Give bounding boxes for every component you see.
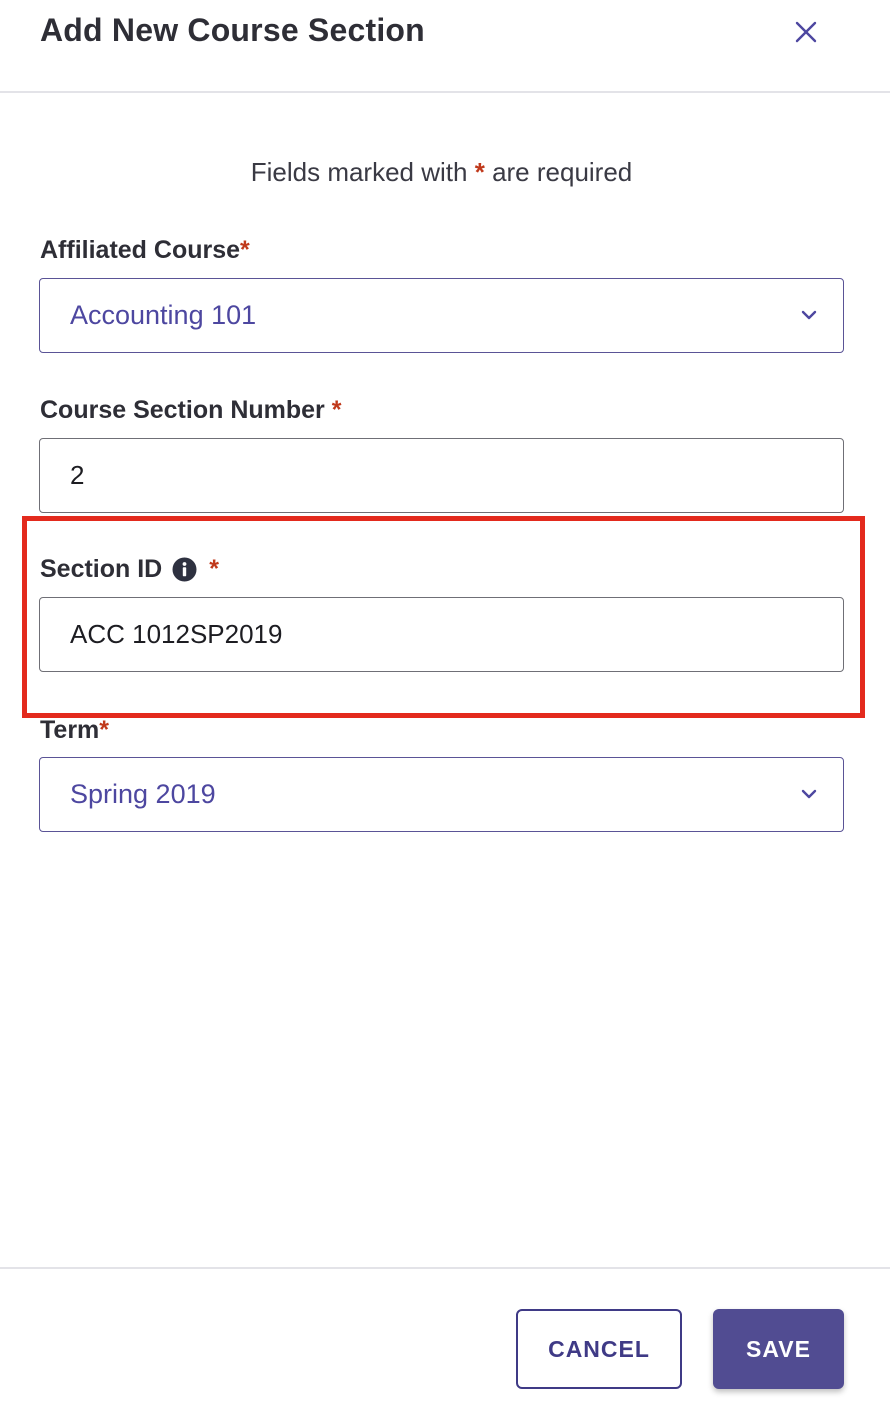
required-star: * <box>331 396 342 424</box>
highlight-box <box>22 516 865 718</box>
required-fields-note: Fields marked with * are required <box>0 157 883 188</box>
affiliated-course-select[interactable]: Accounting 101 <box>39 278 844 353</box>
chevron-down-icon <box>801 310 817 320</box>
section-number-label: Course Section Number * <box>40 396 341 425</box>
save-button[interactable]: SAVE <box>713 1309 844 1389</box>
affiliated-course-label: Affiliated Course * <box>40 236 250 265</box>
affiliated-course-value: Accounting 101 <box>70 300 257 330</box>
section-number-input[interactable] <box>40 439 843 512</box>
required-star: * <box>240 236 250 264</box>
required-star: * <box>99 716 110 744</box>
term-value: Spring 2019 <box>70 779 216 809</box>
term-select[interactable]: Spring 2019 <box>39 757 844 832</box>
required-star: * <box>474 157 485 187</box>
term-label-text: Term <box>40 716 100 744</box>
required-note-text: Fields marked with <box>250 157 468 187</box>
section-number-field[interactable] <box>39 438 844 513</box>
close-button[interactable] <box>786 12 826 52</box>
required-note-suffix: are required <box>492 157 633 187</box>
dialog-header: Add New Course Section <box>0 0 890 93</box>
dialog-footer: CANCEL SAVE <box>0 1267 890 1404</box>
chevron-down-icon <box>801 789 817 799</box>
affiliated-course-label-text: Affiliated Course <box>40 236 241 264</box>
cancel-button[interactable]: CANCEL <box>516 1309 682 1389</box>
section-number-label-text: Course Section Number <box>40 396 325 424</box>
close-icon <box>795 21 817 43</box>
dialog-title: Add New Course Section <box>40 12 425 48</box>
term-label: Term * <box>40 716 109 745</box>
